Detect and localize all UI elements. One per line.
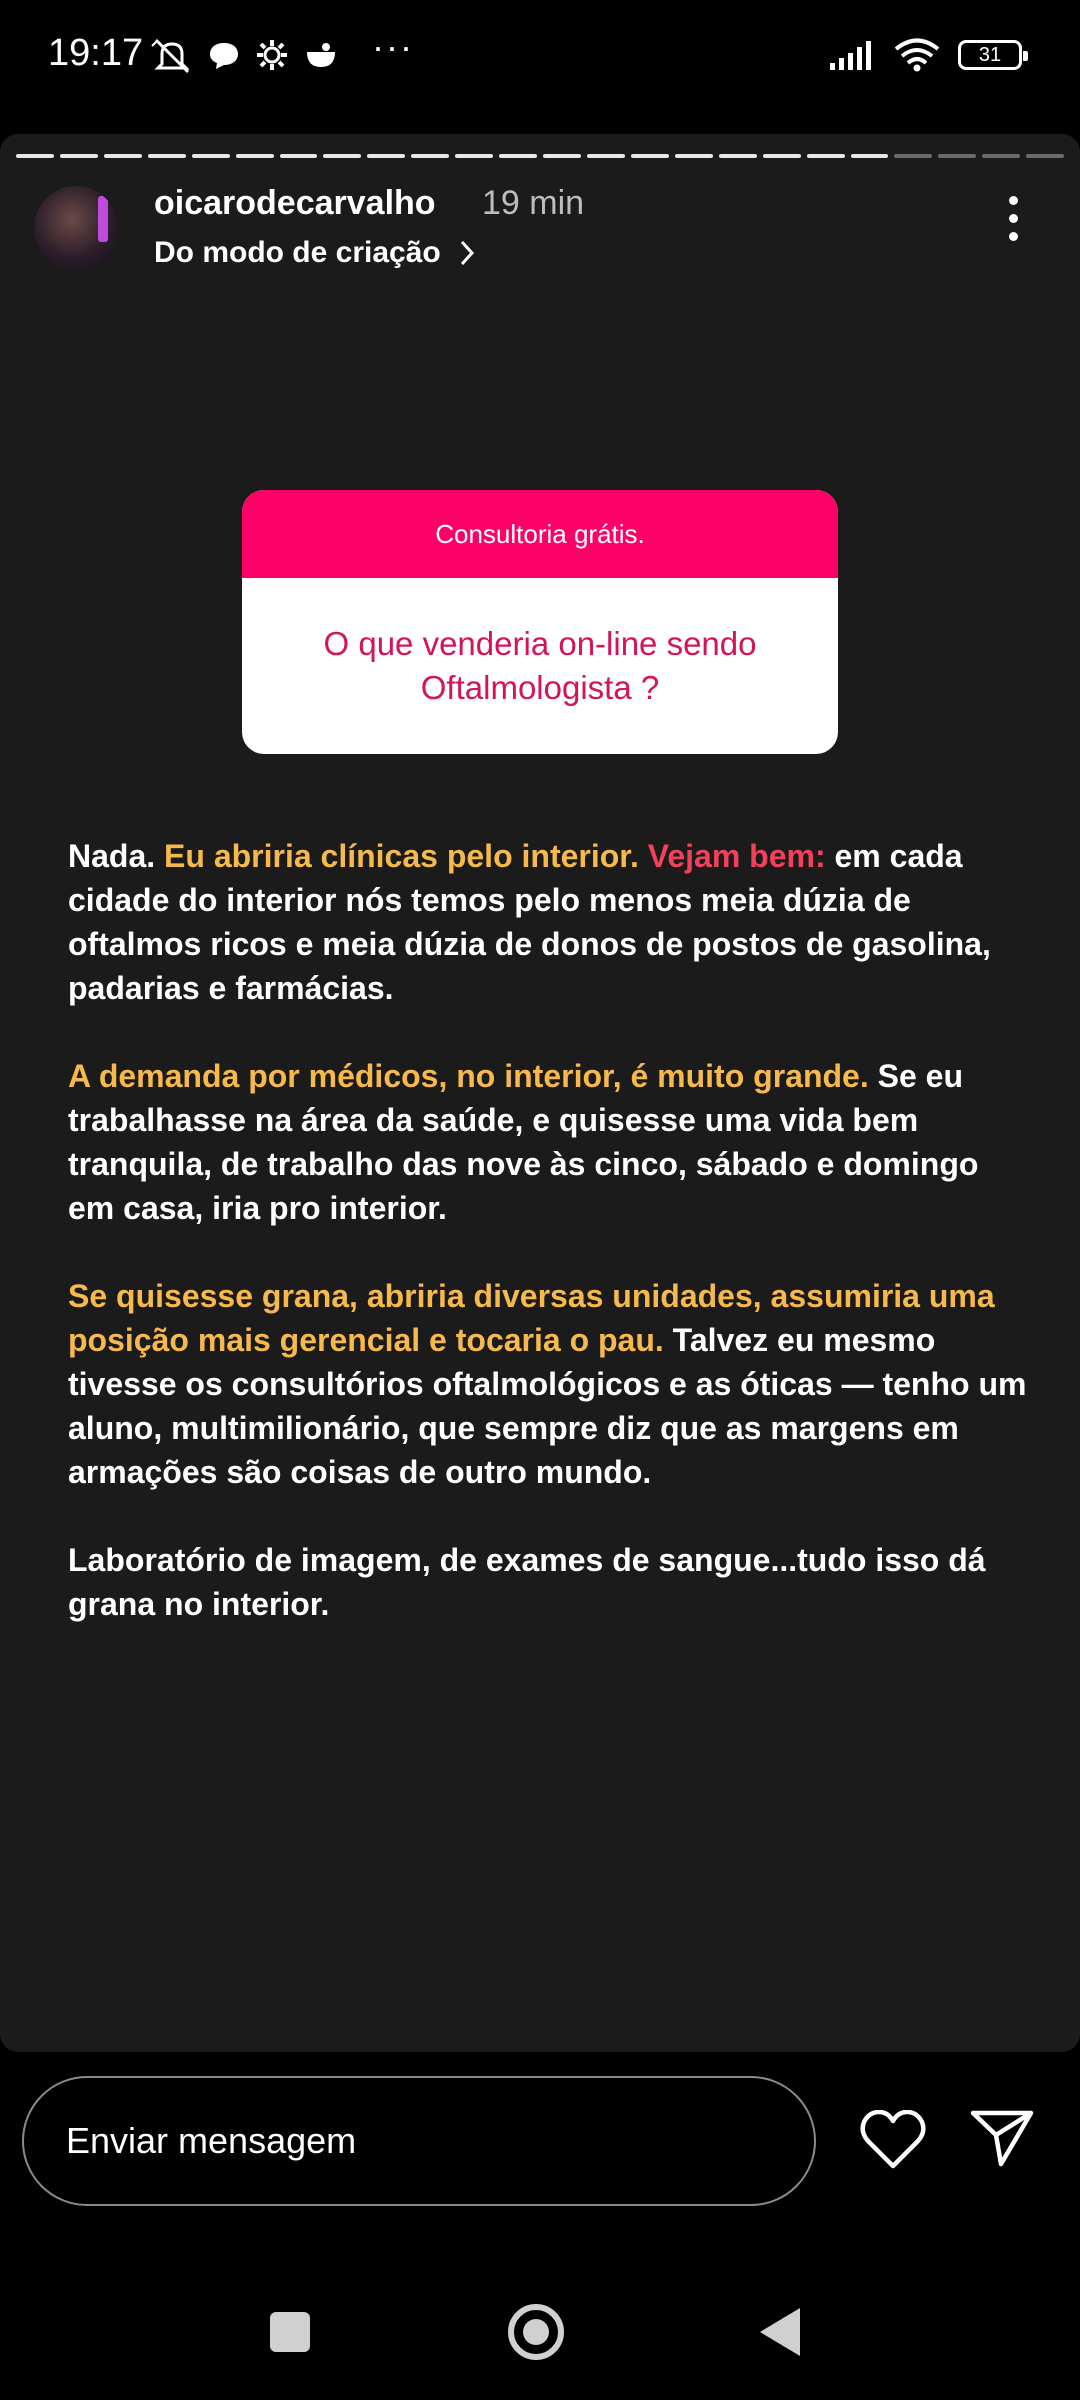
send-message-placeholder: Enviar mensagem <box>66 2120 357 2161</box>
notifications-off-icon <box>151 38 190 74</box>
story-progress-segment <box>806 154 845 158</box>
story-progress-segment <box>16 154 54 158</box>
story-paragraph: Se quisesse grana, abriria diversas unid… <box>68 1274 1028 1494</box>
chevron-right-icon <box>460 240 474 266</box>
question-sticker-header: Consultoria grátis. <box>242 490 838 578</box>
avatar[interactable] <box>34 186 118 270</box>
status-bar: 19:17 ··· 31 <box>0 0 1080 120</box>
story-progress-segment <box>279 154 318 158</box>
heart-icon[interactable] <box>860 2110 926 2170</box>
story-text-run: Eu abriria clínicas pelo interior. <box>164 838 648 874</box>
story-progress-segment <box>103 154 142 158</box>
question-sticker-text: O que venderia on-line sendo Oftalmologi… <box>323 625 757 706</box>
story-text-run: Vejam bem: <box>647 838 835 874</box>
story-progress-segment <box>718 154 757 158</box>
battery-level: 31 <box>978 43 1002 66</box>
chat-bubble-icon <box>210 43 238 69</box>
back-triangle-icon[interactable] <box>760 2308 800 2356</box>
story-progress-segment <box>499 154 538 158</box>
story-progress-segment <box>894 154 933 158</box>
story-text-run: A demanda por médicos, no interior, é mu… <box>68 1058 878 1094</box>
story-paragraph: Nada. Eu abriria clínicas pelo interior.… <box>68 834 1028 1010</box>
story-progress-bar <box>16 154 1065 159</box>
story-paragraph: Laboratório de imagem, de exames de sang… <box>68 1538 1028 1626</box>
story-progress-segment <box>630 154 669 158</box>
more-options-icon[interactable] <box>998 196 1028 256</box>
settings-gear-icon <box>257 40 287 70</box>
story-paragraph: A demanda por médicos, no interior, é mu… <box>68 1054 1028 1230</box>
more-notifications-icon: ··· <box>372 26 414 67</box>
story-progress-segment <box>543 154 581 158</box>
story-progress-segment <box>191 154 230 158</box>
recents-square-icon[interactable] <box>270 2312 310 2352</box>
send-icon[interactable] <box>970 2108 1034 2168</box>
story-progress-segment <box>323 154 362 158</box>
app-icon <box>307 43 335 67</box>
status-time: 19:17 <box>48 32 144 74</box>
story-progress-segment <box>586 154 625 158</box>
story-progress-segment <box>147 154 186 158</box>
story-text-run: Nada. <box>68 838 165 874</box>
story-text-block: Nada. Eu abriria clínicas pelo interior.… <box>68 834 1028 1670</box>
story-progress-segment <box>59 154 98 158</box>
story-progress-segment <box>850 154 889 158</box>
story-progress-segment <box>938 154 977 158</box>
signal-icon <box>830 41 871 70</box>
send-message-input[interactable]: Enviar mensagem <box>22 2076 816 2206</box>
story-progress-segment <box>674 154 713 158</box>
wifi-icon <box>894 38 940 72</box>
story-progress-segment <box>455 154 494 158</box>
story-username[interactable]: oicarodecarvalho <box>154 184 436 223</box>
story-progress-segment <box>762 154 801 158</box>
create-mode-label: Do modo de criação <box>154 236 441 269</box>
question-sticker[interactable]: Consultoria grátis. O que venderia on-li… <box>242 490 838 754</box>
story-progress-segment <box>1026 154 1065 158</box>
story-text-run: Laboratório de imagem, de exames de sang… <box>68 1542 986 1622</box>
story-viewer[interactable]: oicarodecarvalho 19 min Do modo de criaç… <box>0 134 1080 2052</box>
create-mode-link[interactable]: Do modo de criação <box>154 236 475 270</box>
story-progress-segment <box>411 154 450 158</box>
story-progress-segment <box>982 154 1021 158</box>
story-time-ago: 19 min <box>482 184 585 222</box>
status-notification-icons <box>150 36 338 74</box>
story-progress-segment <box>367 154 406 158</box>
home-circle-icon[interactable] <box>508 2304 564 2360</box>
status-system-icons: 31 <box>828 38 1028 72</box>
battery-icon: 31 <box>958 40 1028 70</box>
story-progress-segment <box>235 154 274 158</box>
